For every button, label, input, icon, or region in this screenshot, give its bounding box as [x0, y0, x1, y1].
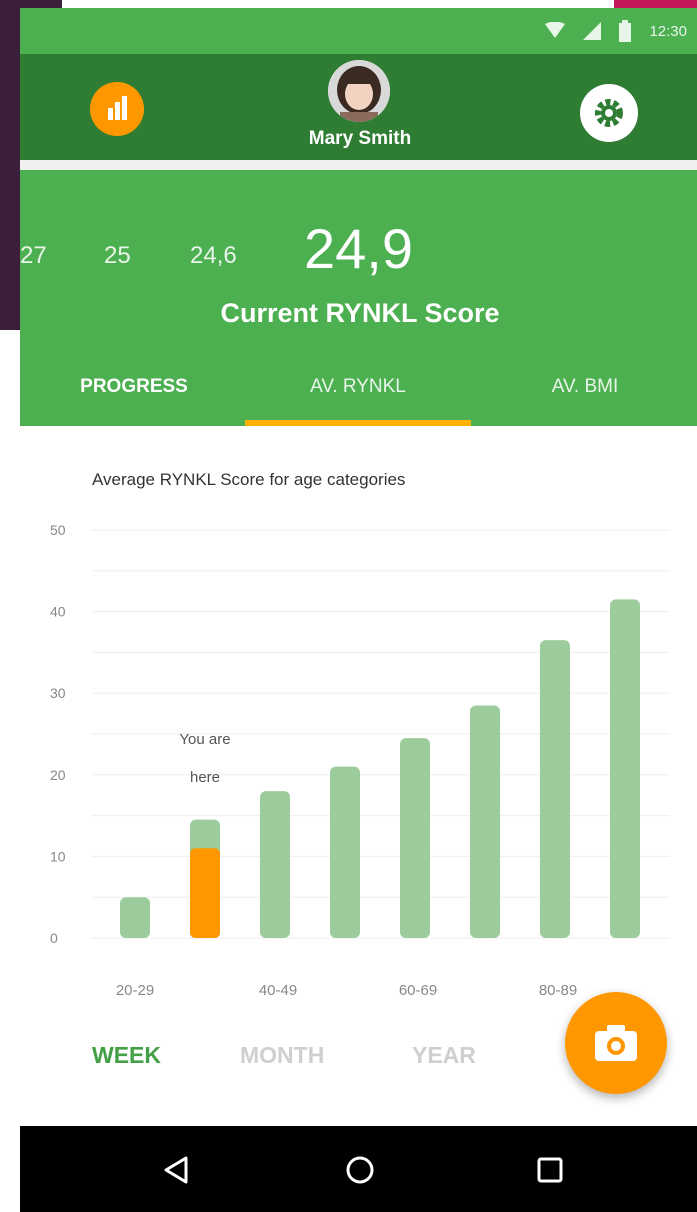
recents-icon [537, 1157, 563, 1183]
y-tick-label: 10 [50, 848, 66, 864]
score-history-item: 25 [104, 242, 131, 269]
tab-av-rynkl[interactable]: AV. RYNKL [245, 376, 471, 398]
status-bar: 12:30 [20, 8, 697, 54]
settings-button[interactable] [580, 84, 638, 142]
system-nav-bar [20, 1126, 697, 1212]
y-tick-label: 20 [50, 767, 66, 783]
avatar[interactable] [328, 60, 390, 122]
nav-recents-button[interactable] [530, 1150, 570, 1190]
back-icon [164, 1156, 188, 1184]
user-name: Mary Smith [308, 128, 412, 149]
battery-icon [619, 20, 632, 42]
signal-icon [583, 22, 602, 40]
bar [540, 640, 570, 938]
avatar-image [328, 60, 390, 122]
bar [120, 897, 150, 938]
status-time: 12:30 [649, 22, 687, 40]
range-tab-month[interactable]: MONTH [240, 1042, 324, 1069]
x-tick-label: 60-69 [399, 982, 437, 999]
tab-indicator [245, 420, 471, 426]
camera-button[interactable] [565, 992, 667, 1094]
home-icon [346, 1156, 374, 1184]
nav-home-button[interactable] [340, 1150, 380, 1190]
phone-screen: 12:30 Mary Smith 27 25 24,6 24,9 Current… [20, 8, 697, 1212]
x-tick-label: 40-49 [259, 982, 297, 999]
gear-icon [595, 99, 623, 127]
current-score: 24,9 [304, 217, 413, 280]
y-tick-label: 0 [50, 930, 58, 946]
you-are-here-label: You are [179, 731, 230, 748]
x-tick-label: 20-29 [116, 982, 154, 999]
stats-button[interactable] [90, 82, 144, 136]
bar [470, 705, 500, 938]
x-tick-label: 80-89 [539, 982, 577, 999]
bar [330, 766, 360, 938]
bar [400, 738, 430, 938]
score-history-item: 27 [20, 242, 47, 269]
bar-chart-icon [108, 96, 127, 120]
header-divider [20, 160, 697, 170]
app-bar: Mary Smith [20, 54, 697, 160]
y-tick-label: 50 [50, 522, 66, 538]
score-label: Current RYNKL Score [220, 298, 500, 328]
camera-icon [595, 1025, 637, 1061]
range-tab-week[interactable]: WEEK [92, 1042, 161, 1069]
bar-highlight [190, 848, 220, 938]
score-history-item: 24,6 [190, 242, 237, 269]
range-tab-year[interactable]: YEAR [412, 1042, 476, 1069]
y-tick-label: 40 [50, 604, 66, 620]
bar-chart: 0 10 20 30 40 50 You are here 20-29 40-49 60-69 80-… [50, 522, 670, 999]
bar [610, 599, 640, 938]
nav-back-button[interactable] [156, 1150, 196, 1190]
wifi-icon [545, 22, 566, 38]
y-tick-label: 30 [50, 685, 66, 701]
you-are-here-label: here [190, 769, 220, 786]
score-panel: 27 25 24,6 24,9 Current RYNKL Score PROG… [20, 170, 697, 426]
tab-progress[interactable]: PROGRESS [50, 376, 218, 398]
chart-title: Average RYNKL Score for age categories [92, 470, 406, 489]
tab-av-bmi[interactable]: AV. BMI [500, 376, 670, 398]
bar [260, 791, 290, 938]
